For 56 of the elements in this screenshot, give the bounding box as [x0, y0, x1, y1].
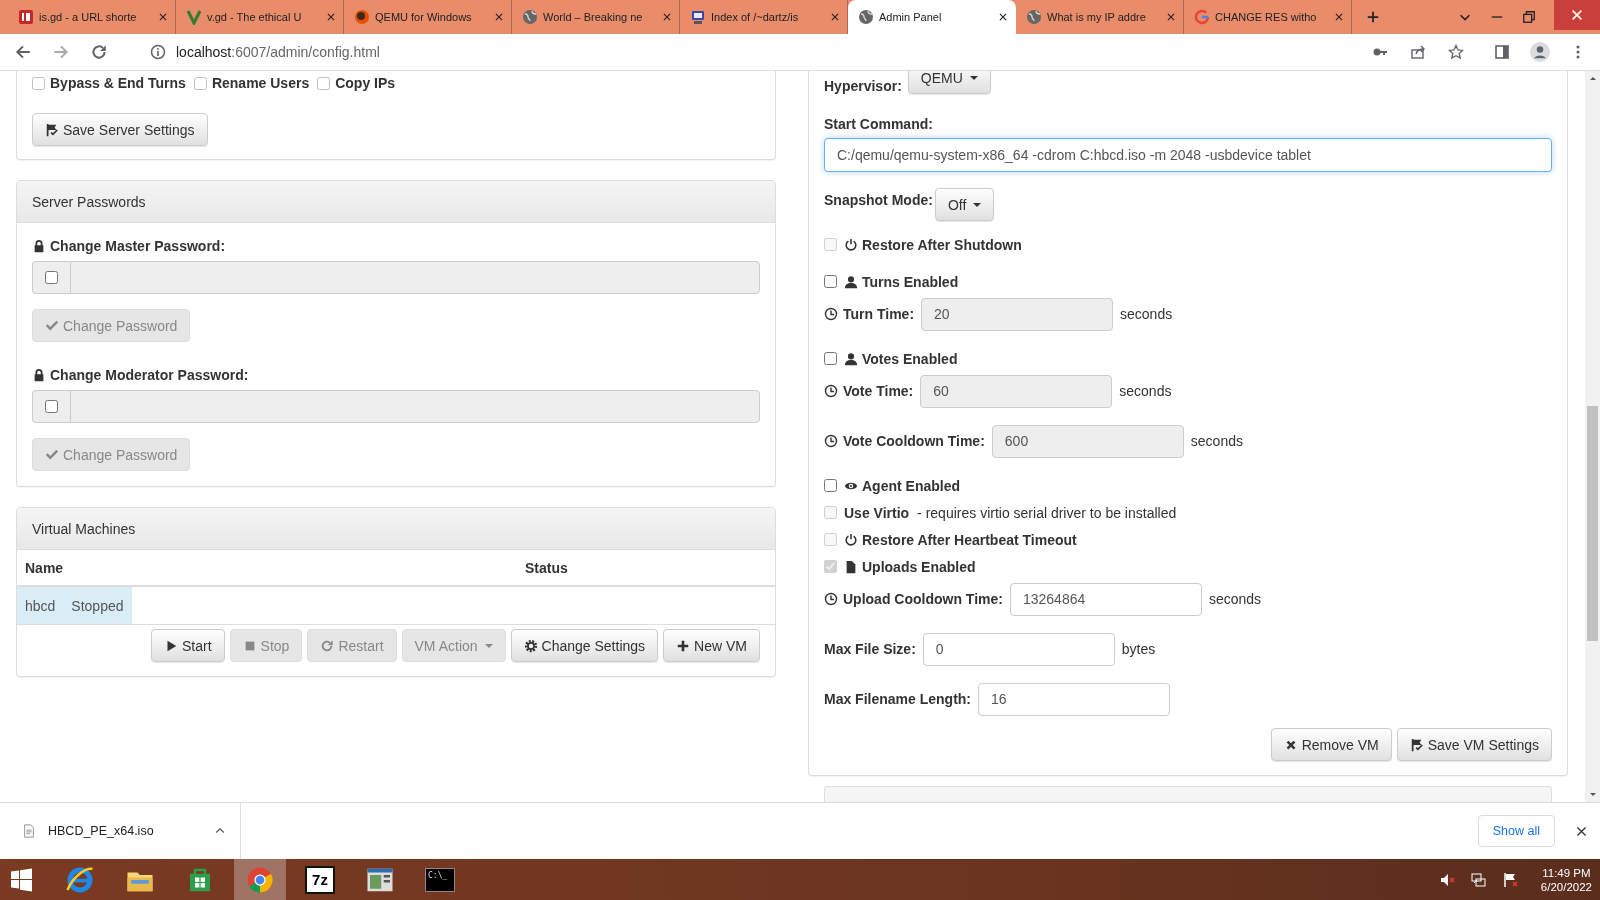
hint-text: - requires virtio serial driver to be installed [917, 504, 1177, 521]
checkbox-label: Restore After Heartbeat Timeout [862, 531, 1077, 548]
column-header: Name [24, 559, 65, 576]
hypervisor-dropdown[interactable]: QEMU [907, 71, 991, 94]
checkbox-label: Bypass & End Turns [50, 75, 186, 91]
checkbox-label: Restore After Shutdown [862, 236, 1022, 253]
vm-settings-button[interactable]: Save VM Settings [1396, 728, 1552, 761]
field-label: Change Moderator Password: [50, 367, 249, 383]
vm-button[interactable]: Start [151, 629, 225, 662]
command-field[interactable]: C:/qemu/qemu-system-x86_64 -cdrom C:hbcd.iso -m 2048 -usbdevice tablet [824, 138, 1552, 172]
time-label: 11:49 PM [1542, 866, 1591, 879]
field-label: Turn Time: [843, 306, 915, 322]
checkbox-label: Uploads Enabled [862, 558, 976, 575]
taskbar-app[interactable]: C:\_ [414, 859, 466, 900]
clock[interactable]: 11:49 PM 6/20/2022 [1540, 866, 1592, 893]
field-label: Hypervisor: [824, 78, 902, 94]
field-label: Change Master Password: [50, 238, 226, 254]
show-all-button[interactable]: Show all [1477, 815, 1555, 847]
checkbox-label: Copy IPs [335, 75, 396, 91]
checkbox-label: Use Virtio [844, 504, 910, 521]
field-label: Max Filename Length: [824, 691, 972, 707]
field-label: Upload Cooldown Time: [843, 591, 1003, 607]
unit-label: bytes [1121, 641, 1156, 657]
file-name: HBCD_PE_x64.iso [48, 824, 154, 838]
checkbox-label: Turns Enabled [862, 273, 959, 290]
vm-button[interactable]: New VM [663, 629, 760, 662]
panel-title: Server Passwords [17, 181, 775, 223]
snapshot-dropdown[interactable]: Off [934, 188, 995, 221]
field-label: Snapshot Mode: [824, 192, 933, 208]
unit-label: seconds [1190, 433, 1243, 449]
save-button[interactable]: Save Server Settings [32, 113, 208, 146]
unit-label: seconds [1208, 591, 1262, 607]
unit-label: seconds [1119, 383, 1172, 399]
url-text: localhost:6007/admin/config.html [176, 44, 380, 60]
app-logo-label: 7z [305, 865, 335, 894]
column-header: Status [525, 559, 568, 576]
number-field[interactable]: 0 [922, 632, 1115, 666]
terminal-prompt-label: C:\_ [425, 867, 455, 892]
field-label: Start Command: [824, 116, 934, 132]
checkbox-label: Agent Enabled [862, 477, 960, 494]
date-label: 6/20/2022 [1540, 880, 1592, 893]
number-field[interactable]: 16 [978, 682, 1171, 716]
field-label: Vote Time: [843, 383, 914, 399]
checkbox-label: Votes Enabled [862, 350, 958, 367]
vm-button[interactable]: Change Settings [510, 629, 659, 662]
panel-title: Virtual Machines [17, 508, 775, 550]
unit-label: seconds [1120, 306, 1173, 322]
field-label: Max File Size: [824, 641, 916, 657]
table-cell[interactable]: Stopped [63, 587, 132, 624]
taskbar-app[interactable]: 7z [294, 859, 346, 900]
table-cell[interactable]: hbcd [17, 587, 64, 624]
vm-settings-button[interactable]: Remove VM [1270, 728, 1392, 761]
field-label: Vote Cooldown Time: [843, 433, 985, 449]
number-field[interactable]: 13264864 [1009, 582, 1202, 616]
checkbox-label: Rename Users [211, 75, 310, 91]
browser-tab[interactable]: Admin Panel [848, 0, 1016, 34]
